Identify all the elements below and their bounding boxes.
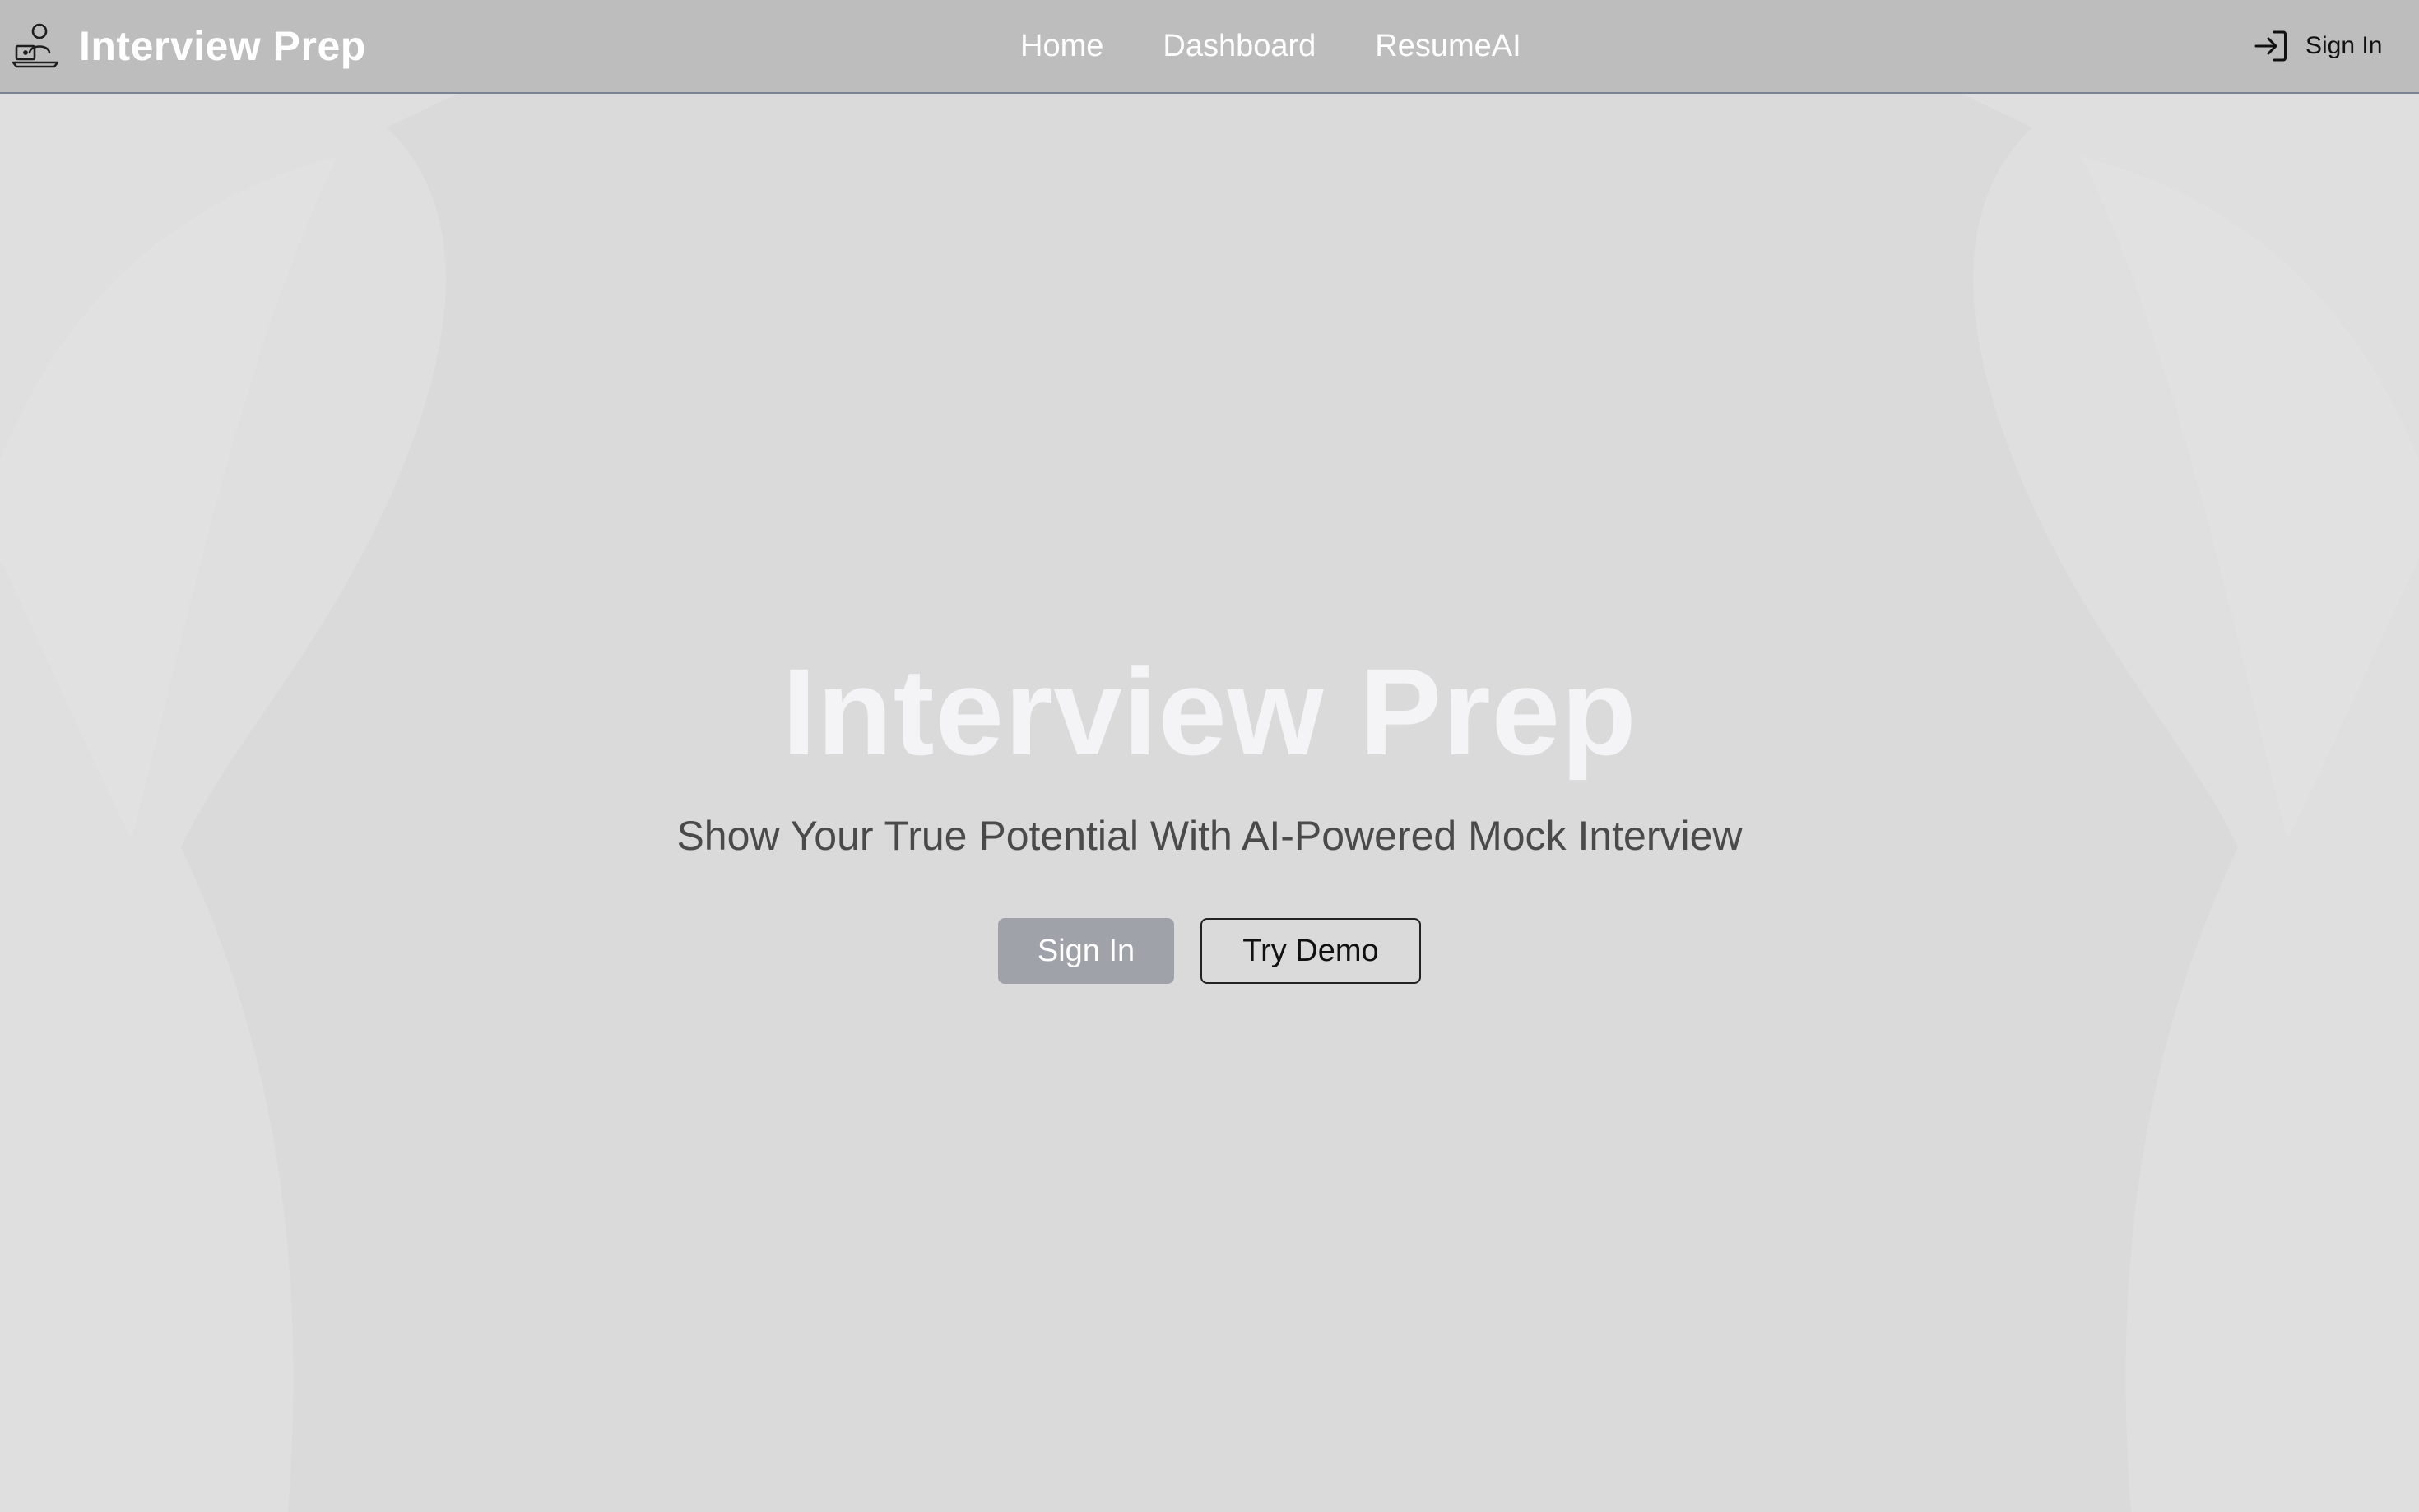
hero-actions: Sign In Try Demo (0, 918, 2419, 984)
interview-user-laptop-icon (12, 23, 59, 68)
nav-link-resumeai[interactable]: ResumeAI (1375, 29, 1521, 64)
nav-link-dashboard[interactable]: Dashboard (1163, 29, 1316, 64)
header-sign-in-button[interactable]: Sign In (2253, 23, 2382, 69)
hero-title: Interview Prep (782, 642, 1637, 781)
hero-subtitle: Show Your True Potential With AI-Powered… (676, 813, 1743, 859)
brand-logo[interactable]: Interview Prep (12, 15, 366, 77)
top-navbar: Interview Prep Home Dashboard ResumeAI S… (0, 0, 2419, 94)
nav-link-home[interactable]: Home (1020, 29, 1103, 64)
try-demo-button[interactable]: Try Demo (1200, 918, 1421, 984)
hero-section: Interview Prep Show Your True Potential … (0, 650, 2419, 984)
header-sign-in-label: Sign In (2305, 32, 2383, 59)
sign-in-arrow-icon (2254, 30, 2287, 62)
hero-sign-in-button[interactable]: Sign In (998, 918, 1174, 984)
brand-title: Interview Prep (79, 23, 366, 69)
main-nav: Home Dashboard ResumeAI (1020, 20, 1521, 72)
